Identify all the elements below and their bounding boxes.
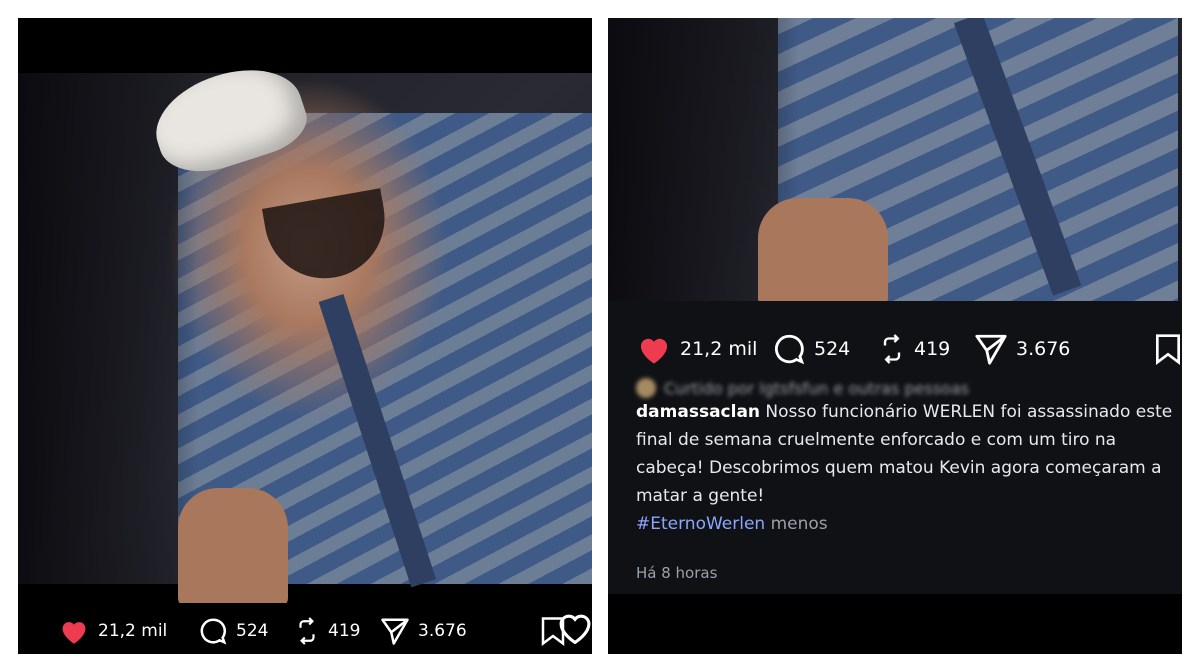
like-count: 21,2 mil: [680, 337, 758, 360]
post-info: 21,2 mil 524 419 3.676 Curtido por lgtsf…: [608, 301, 1182, 594]
repost-button[interactable]: 419: [294, 603, 360, 654]
right-post-panel: 21,2 mil 524 419 3.676 Curtido por lgtsf…: [608, 18, 1182, 654]
floating-like-button[interactable]: [556, 610, 594, 646]
comment-icon: [774, 334, 805, 364]
repost-icon: [883, 333, 901, 364]
post-timestamp: Há 8 horas: [636, 564, 718, 582]
left-post-panel: 21,2 mil 524 419 3.676: [18, 18, 592, 654]
share-icon: [381, 618, 409, 645]
tattooed-arm: [178, 488, 288, 608]
hashtag-link[interactable]: #EternoWerlen: [636, 514, 765, 534]
share-count: 3.676: [1016, 337, 1071, 360]
heart-icon: [62, 621, 86, 644]
heart-icon: [640, 338, 668, 364]
comment-count: 524: [814, 337, 851, 360]
bookmark-icon: [1156, 333, 1180, 365]
action-bar: 21,2 mil 524 419 3.676: [58, 603, 588, 654]
heart-outline-icon: [559, 614, 591, 645]
username-link[interactable]: damassaclan: [636, 402, 760, 422]
bookmark-button[interactable]: [1154, 321, 1182, 376]
post-caption: damassaclan Nosso funcionário WERLEN foi…: [636, 398, 1182, 538]
repost-button[interactable]: 419: [878, 321, 950, 376]
like-count: 21,2 mil: [98, 620, 168, 641]
repost-count: 419: [328, 620, 361, 641]
comment-icon: [200, 618, 227, 644]
like-button[interactable]: 21,2 mil: [636, 321, 757, 376]
like-button[interactable]: 21,2 mil: [58, 603, 167, 654]
avatar: [636, 378, 656, 398]
comment-button[interactable]: 524: [772, 321, 850, 376]
comment-button[interactable]: 524: [198, 603, 268, 654]
liked-by-text: Curtido por lgtsfsfun e outras pessoas: [664, 378, 969, 398]
share-button[interactable]: 3.676: [380, 603, 467, 654]
show-less-button[interactable]: menos: [771, 514, 828, 534]
share-icon: [975, 334, 1007, 365]
repost-icon: [299, 616, 315, 645]
tattooed-arm: [758, 198, 888, 308]
repost-count: 419: [914, 337, 951, 360]
share-button[interactable]: 3.676: [974, 321, 1070, 376]
action-bar: 21,2 mil 524 419 3.676: [636, 321, 1182, 373]
comment-count: 524: [236, 620, 269, 641]
share-count: 3.676: [418, 620, 467, 641]
